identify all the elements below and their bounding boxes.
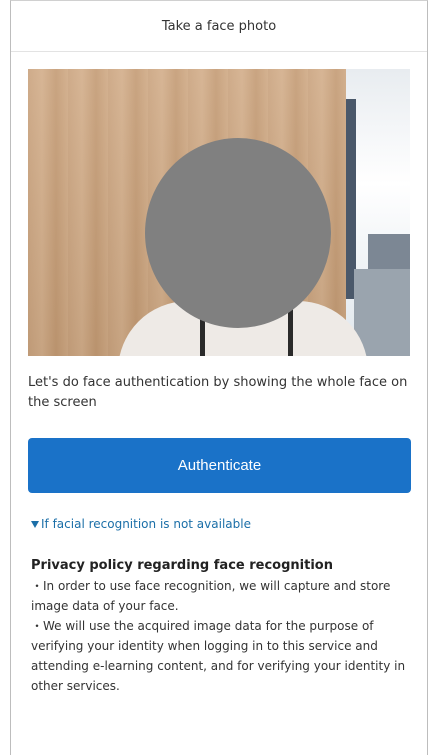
camera-preview [28, 69, 410, 356]
privacy-policy-item-usage: ・We will use the acquired image data for… [31, 619, 406, 693]
page-header: Take a face photo [11, 1, 427, 52]
camera-background-monitor [368, 234, 410, 274]
privacy-policy-section: Privacy policy regarding face recognitio… [31, 556, 416, 696]
triangle-down-icon [31, 521, 39, 528]
face-privacy-mask [145, 138, 331, 328]
privacy-policy-title: Privacy policy regarding face recognitio… [31, 558, 333, 573]
page-title: Take a face photo [161, 18, 277, 34]
facial-recognition-unavailable-link[interactable]: If facial recognition is not available [31, 517, 251, 531]
face-auth-panel: Take a face photo Let's do face authenti… [10, 0, 428, 755]
privacy-policy-item-capture: ・In order to use face recognition, we wi… [31, 579, 391, 613]
authenticate-button-label: Authenticate [177, 457, 262, 474]
face-auth-instruction: Let's do face authentication by showing … [28, 375, 408, 410]
authenticate-button[interactable]: Authenticate [28, 438, 411, 493]
fallback-link-label: If facial recognition is not available [41, 517, 251, 531]
